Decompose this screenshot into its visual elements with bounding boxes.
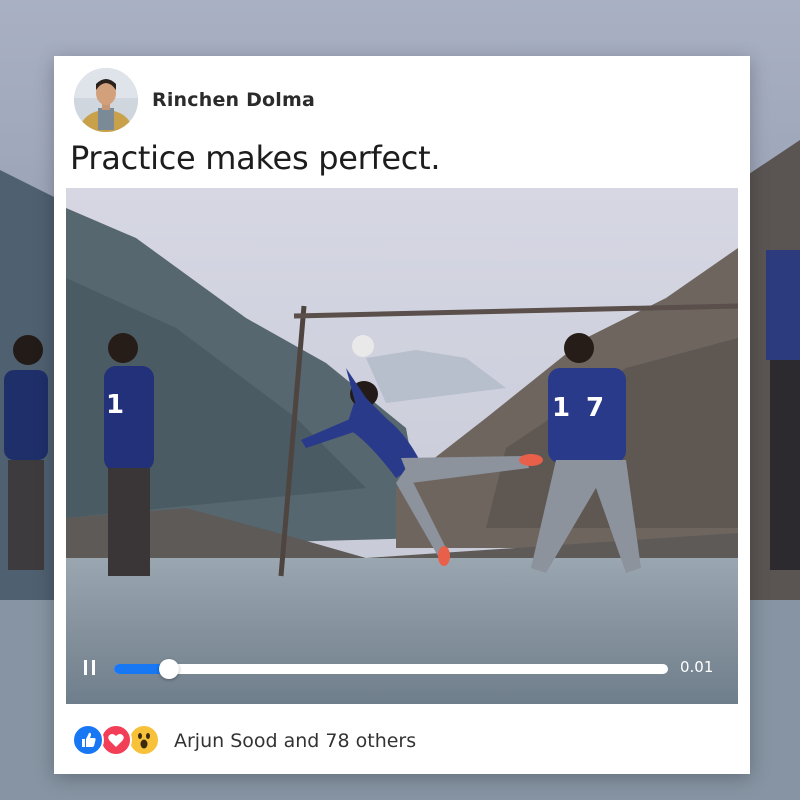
love-icon xyxy=(100,724,132,756)
svg-text:1: 1 xyxy=(552,393,570,423)
video-controls: 0.01 xyxy=(66,634,738,704)
pause-button[interactable] xyxy=(78,656,102,680)
author-avatar[interactable] xyxy=(74,68,138,132)
video-frame: 1 7 1 xyxy=(66,188,738,704)
post-caption: Practice makes perfect. xyxy=(70,139,441,177)
video-time: 0.01 xyxy=(680,658,714,676)
like-icon xyxy=(72,724,104,756)
progress-knob[interactable] xyxy=(159,659,180,679)
progress-track[interactable] xyxy=(114,659,668,679)
wow-icon xyxy=(128,724,160,756)
pause-icon-bar xyxy=(84,660,87,675)
author-name[interactable]: Rinchen Dolma xyxy=(152,89,315,111)
svg-text:1: 1 xyxy=(106,390,124,420)
video-player[interactable]: 1 7 1 0.01 xyxy=(66,188,738,704)
svg-text:7: 7 xyxy=(586,393,604,423)
reaction-summary[interactable]: Arjun Sood and 78 others xyxy=(174,730,416,752)
post-card: Rinchen Dolma Practice makes perfect. 1 … xyxy=(54,56,750,774)
pause-icon-bar xyxy=(92,660,95,675)
